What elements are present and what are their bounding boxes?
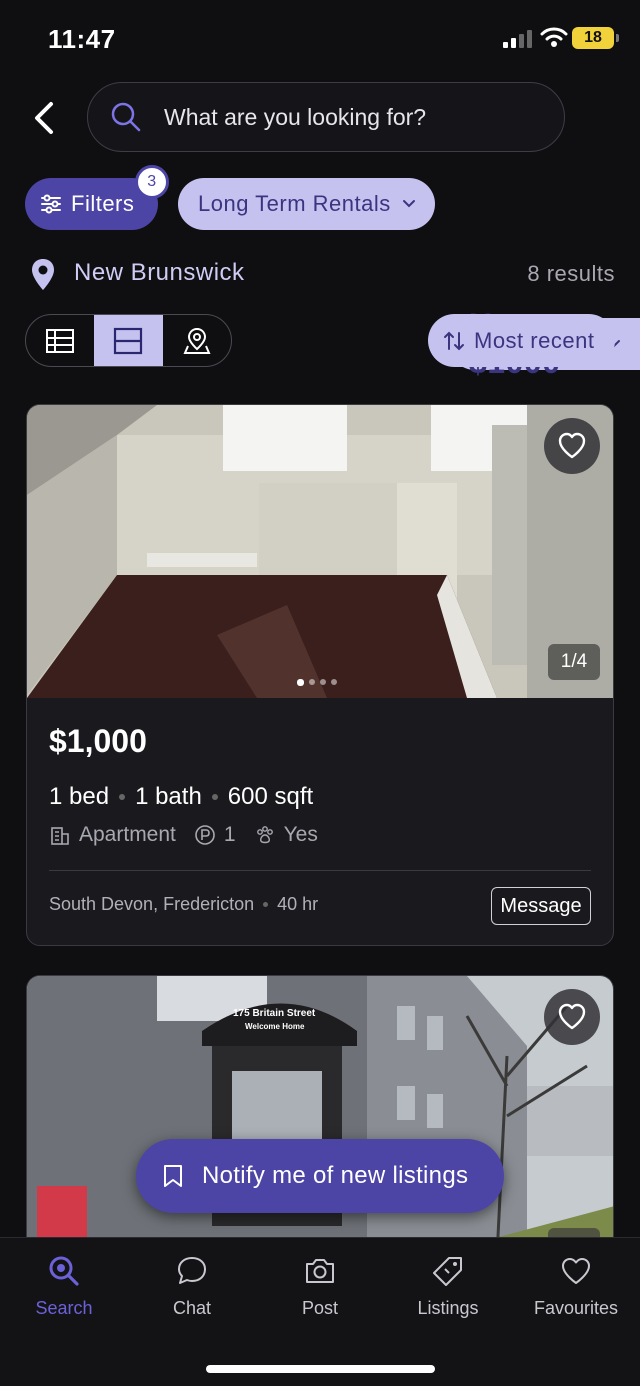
list-view-button[interactable] (26, 315, 94, 366)
listing-card[interactable]: 175 Britain Street Welcome Home 1/6 (26, 975, 614, 1255)
map-view-button[interactable] (163, 315, 231, 366)
search-placeholder: What are you looking for? (164, 103, 427, 130)
back-button[interactable] (26, 96, 62, 140)
baths: 1 bath (135, 783, 202, 810)
chat-bubble-icon (178, 1257, 206, 1284)
size: 600 sqft (227, 783, 314, 810)
nav-chat[interactable]: Chat (137, 1254, 247, 1319)
card-view-icon (114, 327, 143, 354)
property-type: Apartment (79, 823, 176, 846)
battery-icon: 18 (572, 27, 619, 49)
notify-new-listings-button[interactable]: Notify me of new listings (136, 1139, 504, 1213)
location-name[interactable]: New Brunswick (74, 259, 245, 287)
heart-icon (558, 432, 586, 459)
room-photo-image (27, 405, 613, 698)
beds: 1 bed (49, 783, 110, 810)
bottom-nav: Search Chat Post Listings Favourites (0, 1237, 640, 1386)
camera-icon (306, 1259, 334, 1283)
sort-label: Most recent (474, 327, 595, 353)
nav-listings[interactable]: Listings (393, 1254, 503, 1319)
listing-price: $1,000 (49, 723, 147, 759)
status-time: 11:47 (48, 24, 116, 54)
posted-age: 40 hr (277, 894, 319, 914)
nav-search[interactable]: Search (9, 1254, 119, 1319)
photo-counter: 1/4 (548, 644, 600, 680)
nav-label: Listings (417, 1298, 479, 1318)
list-view-icon (46, 328, 75, 353)
message-button[interactable]: Message (491, 887, 591, 925)
location-pin-icon[interactable] (31, 258, 55, 292)
filters-count-badge: 3 (135, 165, 169, 199)
listing-card[interactable]: 1/4 $1,000 1 bed 1 bath 600 sqft Apartme… (26, 404, 614, 946)
filters-button[interactable]: Filters 3 (25, 165, 169, 230)
building-icon (51, 827, 69, 845)
nav-post[interactable]: Post (265, 1254, 375, 1319)
sliders-icon (41, 194, 61, 214)
nav-label: Favourites (533, 1298, 619, 1318)
chevron-left-icon (35, 102, 53, 134)
pets-allowed: Yes (283, 823, 318, 846)
building-photo-image: 175 Britain Street Welcome Home (27, 976, 613, 1255)
search-input[interactable]: What are you looking for? (87, 82, 565, 152)
favourite-button[interactable] (544, 989, 600, 1045)
wifi-icon (540, 27, 568, 47)
map-pin-icon (183, 327, 211, 354)
sort-arrows-icon (444, 331, 464, 350)
favourite-button[interactable] (544, 418, 600, 474)
home-indicator[interactable] (206, 1365, 435, 1373)
parking-count: 1 (223, 823, 236, 846)
heart-icon (562, 1258, 590, 1284)
card-view-button[interactable] (94, 315, 163, 366)
heart-icon (558, 1003, 586, 1030)
nav-label: Post (301, 1298, 339, 1318)
results-count: 8 results (527, 261, 615, 286)
rental-type-dropdown[interactable]: Long Term Rentals (178, 178, 435, 230)
view-toggle (25, 314, 232, 367)
tag-icon (433, 1257, 462, 1286)
sign-text-line2: Welcome Home (245, 1022, 305, 1031)
rental-type-label: Long Term Rentals (198, 191, 391, 216)
listing-meta: Apartment 1 Yes (49, 823, 318, 847)
chevron-down-icon (403, 200, 415, 208)
parking-icon (195, 825, 215, 845)
neighbourhood: South Devon, Fredericton (49, 894, 255, 914)
nav-label: Search (35, 1298, 93, 1318)
search-icon (49, 1256, 79, 1286)
notify-label: Notify me of new listings (202, 1162, 469, 1189)
filters-label: Filters (71, 191, 135, 216)
nav-favourites[interactable]: Favourites (521, 1254, 631, 1319)
nav-label: Chat (172, 1298, 212, 1318)
sign-text-line1: 175 Britain Street (233, 1008, 316, 1019)
listing-location: South Devon, Fredericton 40 hr (49, 894, 318, 915)
sort-button[interactable]: Most recent (428, 314, 615, 367)
listing-photo[interactable]: 175 Britain Street Welcome Home 1/6 (27, 976, 613, 1255)
card-divider (49, 870, 591, 871)
bookmark-icon (164, 1165, 182, 1187)
listing-photo[interactable]: 1/4 (27, 405, 613, 698)
listing-specs: 1 bed 1 bath 600 sqft (49, 783, 313, 811)
search-icon (111, 102, 141, 132)
cell-signal-icon (503, 30, 532, 48)
status-bar: 11:47 18 (0, 0, 640, 74)
paw-icon (256, 826, 273, 844)
photo-dots (297, 679, 337, 686)
